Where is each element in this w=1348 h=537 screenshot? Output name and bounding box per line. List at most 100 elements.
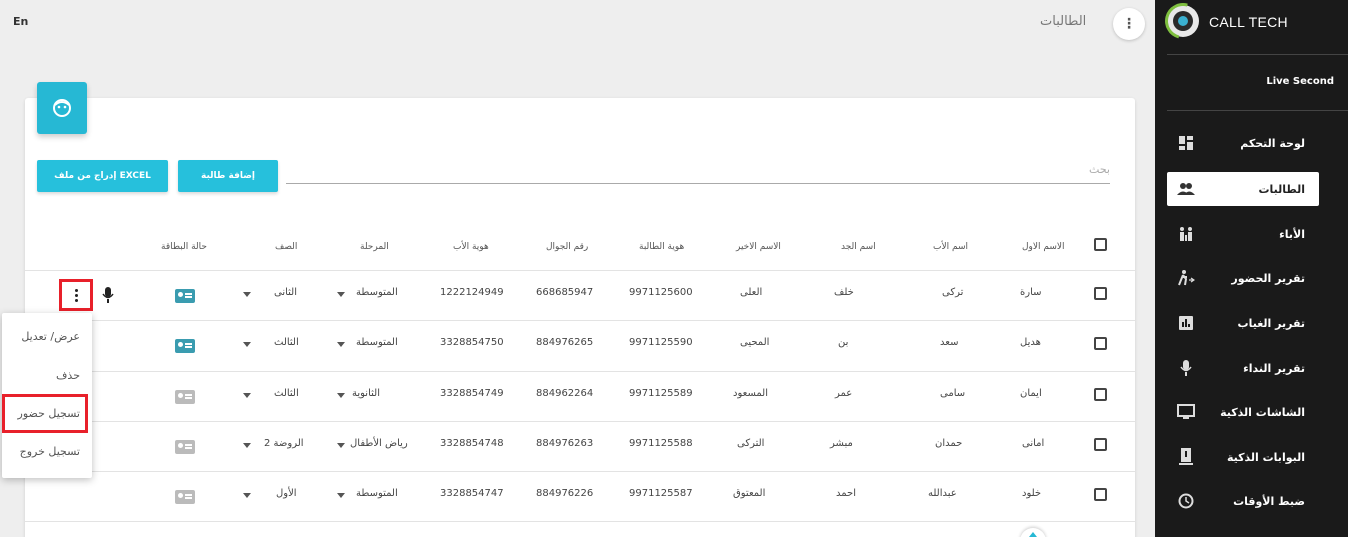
row-divider <box>25 521 1135 522</box>
cell-last-name: المعتوق <box>733 488 766 499</box>
sidebar-item-label: الأباء <box>1279 227 1305 241</box>
sidebar-item-attendance-report[interactable]: تقرير الحضور <box>1167 261 1319 295</box>
row-divider <box>25 320 1135 321</box>
cell-mobile: 884976263 <box>536 438 594 449</box>
microphone-icon[interactable] <box>101 286 115 304</box>
search-input[interactable] <box>286 156 1110 183</box>
id-card-icon[interactable] <box>175 490 195 504</box>
page-title: الطالبات <box>1040 14 1087 29</box>
grade-select[interactable]: الثانى <box>274 287 297 298</box>
import-excel-button[interactable]: إدراج من ملف EXCEL <box>37 160 168 192</box>
menu-item-delete[interactable]: حذف <box>56 369 80 382</box>
id-card-icon[interactable] <box>175 339 195 353</box>
stage-select[interactable]: المتوسطة <box>356 488 398 499</box>
grade-select[interactable]: الثالث <box>274 388 299 399</box>
cell-last-name: المسعود <box>733 388 768 399</box>
row-checkbox[interactable] <box>1094 388 1107 401</box>
cell-grandfather-name: مبشر <box>830 438 853 449</box>
dot <box>74 298 78 302</box>
stage-select[interactable]: المتوسطة <box>356 287 398 298</box>
grade-dropdown-caret[interactable] <box>243 493 251 498</box>
sidebar-item-parents[interactable]: الأباء <box>1167 217 1319 251</box>
col-last-name[interactable]: الاسم الاخير <box>736 242 781 252</box>
select-all-checkbox[interactable] <box>1094 238 1107 251</box>
sidebar-item-smart-gates[interactable]: البوابات الذكية <box>1167 440 1319 474</box>
grade-select[interactable]: الثالث <box>274 337 299 348</box>
col-father-name[interactable]: اسم الأب <box>933 242 968 252</box>
sidebar-item-label: لوحة التحكم <box>1240 136 1305 150</box>
sidebar-item-label: تقرير النداء <box>1243 361 1305 375</box>
language-toggle[interactable]: En <box>13 15 28 28</box>
col-grandfather-name[interactable]: اسم الجد <box>841 242 876 252</box>
col-father-id[interactable]: هوية الأب <box>453 242 489 252</box>
sidebar-item-absence-report[interactable]: تقرير الغياب <box>1167 306 1319 340</box>
clock-icon <box>1177 492 1195 510</box>
col-stage[interactable]: المرحلة <box>360 242 389 252</box>
col-mobile[interactable]: رقم الجوال <box>546 242 588 252</box>
col-card-status[interactable]: حالة البطاقة <box>161 242 207 252</box>
cell-mobile: 668685947 <box>536 287 594 298</box>
stage-dropdown-caret[interactable] <box>337 393 345 398</box>
cell-first-name: سارة <box>1020 287 1042 298</box>
brand-name: CALL TECH <box>1209 14 1288 30</box>
id-card-icon[interactable] <box>175 390 195 404</box>
menu-item-view-edit[interactable]: عرض/ تعديل <box>21 330 80 343</box>
stage-dropdown-caret[interactable] <box>337 292 345 297</box>
cell-father-id: 3328854750 <box>440 337 504 348</box>
stage-dropdown-caret[interactable] <box>337 443 345 448</box>
gate-icon <box>1177 448 1195 466</box>
cell-grandfather-name: بن <box>838 337 849 348</box>
monitor-icon <box>1177 403 1195 421</box>
add-student-button[interactable]: إضافة طالبة <box>178 160 278 192</box>
divider <box>1167 110 1348 111</box>
sidebar-item-label: تقرير الحضور <box>1231 271 1305 285</box>
row-divider <box>25 471 1135 472</box>
sidebar: CALL TECH Live Second لوحة التحكم الطالب… <box>1155 0 1348 537</box>
cell-student-id: 9971125587 <box>629 488 693 499</box>
id-card-icon[interactable] <box>175 440 195 454</box>
grade-select[interactable]: الروضة 2 <box>264 438 304 449</box>
cell-student-id: 9971125588 <box>629 438 693 449</box>
cell-student-id: 9971125600 <box>629 287 693 298</box>
header-menu-button[interactable]: ⋮ <box>1113 8 1145 40</box>
cell-father-id: 3328854748 <box>440 438 504 449</box>
grade-dropdown-caret[interactable] <box>243 443 251 448</box>
row-checkbox[interactable] <box>1094 287 1107 300</box>
row-checkbox[interactable] <box>1094 438 1107 451</box>
sidebar-item-students[interactable]: الطالبات <box>1167 172 1319 206</box>
cell-mobile: 884962264 <box>536 388 594 399</box>
col-first-name[interactable]: الاسم الاول <box>1022 242 1065 252</box>
cell-father-name: تركى <box>942 287 964 298</box>
grade-dropdown-caret[interactable] <box>243 292 251 297</box>
family-icon <box>1177 225 1195 243</box>
col-student-id[interactable]: هوية الطالبة <box>639 242 684 252</box>
dashboard-icon <box>1177 134 1195 152</box>
sidebar-item-time-settings[interactable]: ضبط الأوقات <box>1167 484 1319 518</box>
col-grade[interactable]: الصف <box>275 242 297 252</box>
stage-select[interactable]: الثانوية <box>352 388 380 399</box>
grade-select[interactable]: الأول <box>276 488 297 499</box>
cell-father-name: سعد <box>940 337 959 348</box>
grade-dropdown-caret[interactable] <box>243 393 251 398</box>
sidebar-item-call-report[interactable]: تقرير النداء <box>1167 351 1319 385</box>
cell-father-name: حمدان <box>935 438 963 449</box>
menu-item-check-out[interactable]: تسجيل خروج <box>20 445 80 458</box>
sidebar-item-smart-screens[interactable]: الشاشات الذكية <box>1167 395 1319 429</box>
sidebar-item-label: الطالبات <box>1258 182 1305 196</box>
cell-father-id: 3328854747 <box>440 488 504 499</box>
stage-dropdown-caret[interactable] <box>337 342 345 347</box>
live-second-link[interactable]: Live Second <box>1266 76 1334 87</box>
search-field <box>286 156 1110 184</box>
cell-father-id: 3328854749 <box>440 388 504 399</box>
cell-student-id: 9971125589 <box>629 388 693 399</box>
sidebar-item-dashboard[interactable]: لوحة التحكم <box>1167 126 1319 160</box>
row-checkbox[interactable] <box>1094 488 1107 501</box>
stage-select[interactable]: المتوسطة <box>356 337 398 348</box>
row-checkbox[interactable] <box>1094 337 1107 350</box>
stage-dropdown-caret[interactable] <box>337 493 345 498</box>
grade-dropdown-caret[interactable] <box>243 342 251 347</box>
stage-select[interactable]: رياض الأطفال <box>350 438 408 449</box>
sidebar-item-label: ضبط الأوقات <box>1233 494 1305 508</box>
row-actions-button[interactable] <box>59 279 93 311</box>
id-card-icon[interactable] <box>175 289 195 303</box>
